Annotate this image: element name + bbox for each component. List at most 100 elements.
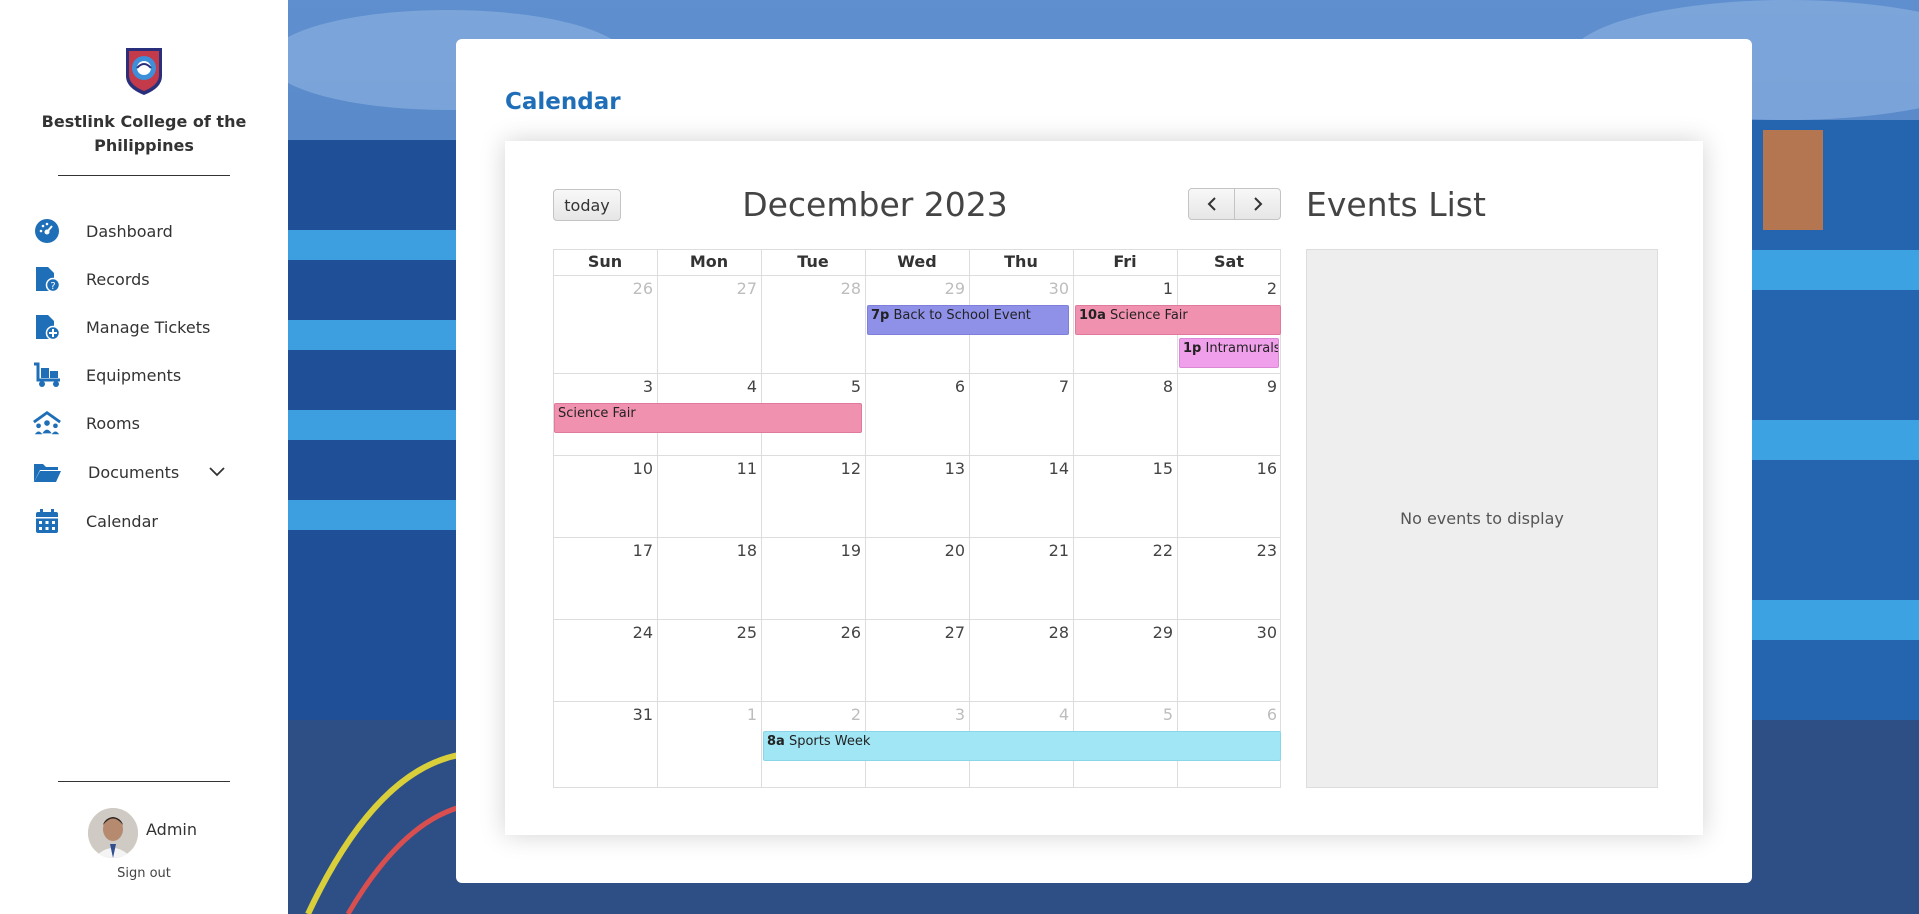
day-number[interactable]: 4 <box>989 705 1069 724</box>
day-number[interactable]: 22 <box>1093 541 1173 560</box>
event-back-to-school[interactable]: 7p Back to School Event <box>867 305 1069 335</box>
grid-line <box>1073 249 1074 788</box>
sidebar-item-records[interactable]: ? Records <box>32 261 272 297</box>
today-button[interactable]: today <box>553 189 621 221</box>
grid-line <box>553 537 1281 538</box>
sidebar-item-label: Dashboard <box>86 221 173 241</box>
sidebar-item-label: Records <box>86 269 150 289</box>
day-number[interactable]: 30 <box>1197 623 1277 642</box>
day-number[interactable]: 27 <box>885 623 965 642</box>
avatar[interactable] <box>88 808 138 858</box>
day-number[interactable]: 19 <box>781 541 861 560</box>
day-number[interactable]: 11 <box>677 459 757 478</box>
day-number[interactable]: 28 <box>989 623 1069 642</box>
month-grid: Sun Mon Tue Wed Thu Fri Sat 26 27 28 29 … <box>553 249 1281 788</box>
calendar-panel: today December 2023 Sun Mon Tue Wed Thu … <box>505 141 1703 835</box>
day-number[interactable]: 12 <box>781 459 861 478</box>
day-number[interactable]: 1 <box>677 705 757 724</box>
sidebar-item-dashboard[interactable]: Dashboard <box>32 213 272 249</box>
day-number[interactable]: 26 <box>573 279 653 298</box>
event-title: Back to School Event <box>893 308 1031 323</box>
event-intramurals[interactable]: 1p Intramurals <box>1179 338 1279 368</box>
chevron-right-icon <box>1253 197 1262 211</box>
day-number[interactable]: 26 <box>781 623 861 642</box>
sidebar-item-documents[interactable]: Documents <box>32 454 272 490</box>
day-number[interactable]: 9 <box>1197 377 1277 396</box>
sidebar-item-calendar[interactable]: Calendar <box>32 503 272 539</box>
day-number[interactable]: 28 <box>781 279 861 298</box>
sidebar-divider-bottom <box>58 781 230 782</box>
month-title: December 2023 <box>742 185 1008 224</box>
sidebar-item-label: Rooms <box>86 413 140 433</box>
manage-tickets-icon <box>32 312 62 342</box>
day-number[interactable]: 2 <box>1197 279 1277 298</box>
records-icon: ? <box>32 264 62 294</box>
event-science-fair-continued[interactable]: Science Fair <box>554 403 862 433</box>
event-title: Science Fair <box>1110 308 1188 323</box>
main-card: Calendar today December 2023 Sun Mon Tue… <box>456 39 1752 883</box>
event-sports-week[interactable]: 8a Sports Week <box>763 731 1281 761</box>
grid-line <box>657 249 658 788</box>
day-number[interactable]: 23 <box>1197 541 1277 560</box>
day-number[interactable]: 14 <box>989 459 1069 478</box>
weekday-header: Tue <box>797 252 829 271</box>
events-list-panel: No events to display <box>1306 249 1658 788</box>
sidebar-item-rooms[interactable]: Rooms <box>32 405 272 441</box>
day-number[interactable]: 5 <box>781 377 861 396</box>
weekday-header: Fri <box>1113 252 1137 271</box>
day-number[interactable]: 13 <box>885 459 965 478</box>
grid-line <box>553 373 1281 374</box>
day-number[interactable]: 10 <box>573 459 653 478</box>
event-title: Sports Week <box>788 734 871 749</box>
day-number[interactable]: 24 <box>573 623 653 642</box>
day-number[interactable]: 6 <box>885 377 965 396</box>
folder-icon <box>32 457 62 487</box>
event-time: 10a <box>1079 308 1106 323</box>
sidebar-item-label: Documents <box>88 462 180 482</box>
day-number[interactable]: 25 <box>677 623 757 642</box>
page-title: Calendar <box>505 89 621 115</box>
college-name: Bestlink College of the Philippines <box>41 112 247 155</box>
day-number[interactable]: 27 <box>677 279 757 298</box>
sidebar-item-label: Equipments <box>86 365 182 385</box>
day-number[interactable]: 15 <box>1093 459 1173 478</box>
sidebar-item-equipments[interactable]: Equipments <box>32 357 272 393</box>
next-month-button[interactable] <box>1234 188 1281 220</box>
day-number[interactable]: 20 <box>885 541 965 560</box>
weekday-header: Sun <box>587 252 623 271</box>
weekday-header: Wed <box>897 252 937 271</box>
day-number[interactable]: 16 <box>1197 459 1277 478</box>
weekday-header: Thu <box>1004 252 1038 271</box>
equipments-icon <box>32 360 62 390</box>
day-number[interactable]: 31 <box>573 705 653 724</box>
day-number[interactable]: 2 <box>781 705 861 724</box>
day-number[interactable]: 6 <box>1197 705 1277 724</box>
day-number[interactable]: 1 <box>1093 279 1173 298</box>
dashboard-icon <box>32 216 62 246</box>
grid-line <box>553 455 1281 456</box>
event-time: 7p <box>871 308 890 323</box>
day-number[interactable]: 17 <box>573 541 653 560</box>
day-number[interactable]: 18 <box>677 541 757 560</box>
day-number[interactable]: 21 <box>989 541 1069 560</box>
day-number[interactable]: 29 <box>885 279 965 298</box>
sidebar-item-label: Calendar <box>86 511 158 531</box>
prev-month-button[interactable] <box>1188 188 1235 220</box>
day-number[interactable]: 8 <box>1093 377 1173 396</box>
event-science-fair[interactable]: 10a Science Fair <box>1075 305 1281 335</box>
day-number[interactable]: 30 <box>989 279 1069 298</box>
sidebar-item-manage-tickets[interactable]: Manage Tickets <box>32 309 272 345</box>
day-number[interactable]: 4 <box>677 377 757 396</box>
sign-out-link[interactable]: Sign out <box>0 866 288 881</box>
no-events-message: No events to display <box>1400 509 1564 528</box>
day-number[interactable]: 3 <box>885 705 965 724</box>
sidebar-item-label: Manage Tickets <box>86 317 211 337</box>
event-title: Science Fair <box>558 406 636 421</box>
day-number[interactable]: 29 <box>1093 623 1173 642</box>
day-number[interactable]: 7 <box>989 377 1069 396</box>
day-number[interactable]: 5 <box>1093 705 1173 724</box>
day-number[interactable]: 3 <box>573 377 653 396</box>
chevron-down-icon[interactable] <box>208 463 226 481</box>
event-title: Intramurals <box>1205 341 1279 356</box>
college-logo <box>126 48 162 95</box>
